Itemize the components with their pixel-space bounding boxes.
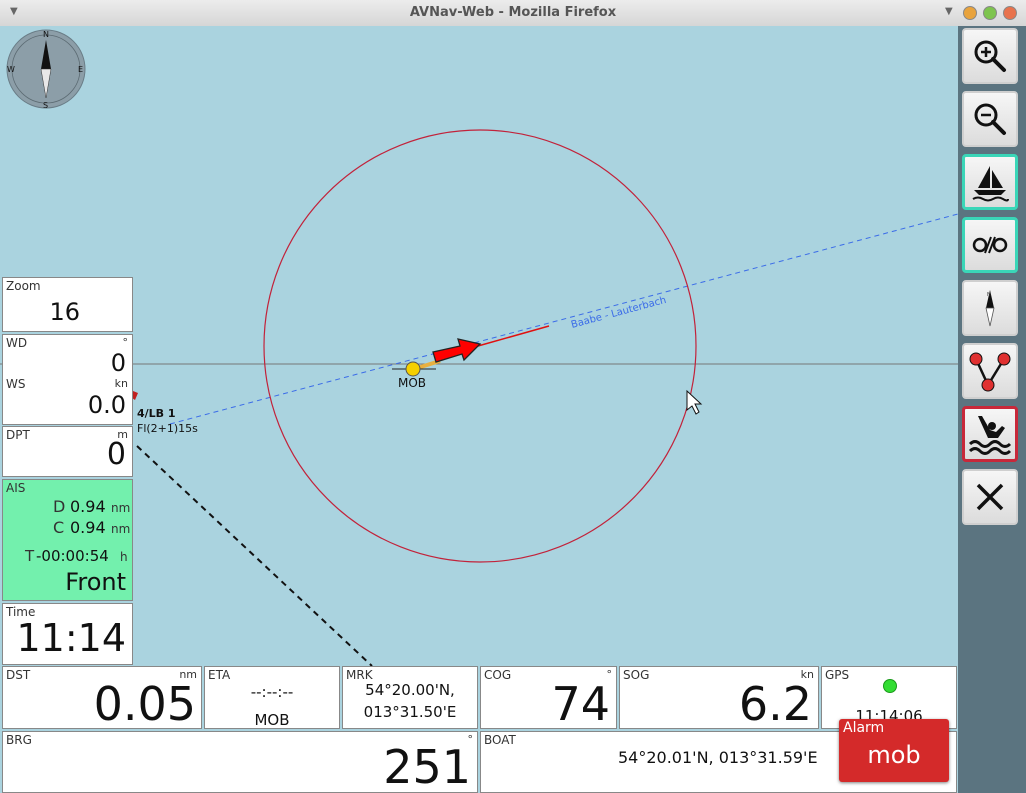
ais-c-label: C: [53, 518, 65, 537]
buoy-light: Fl(2+1)15s: [137, 422, 198, 435]
ws-label: WS: [6, 377, 26, 391]
cog-value: 74: [551, 677, 610, 729]
ais-d-label: D: [53, 497, 66, 516]
wd-value: 0: [110, 349, 126, 377]
mouse-cursor: [686, 389, 703, 415]
route-icon: [969, 352, 1011, 392]
ais-label: AIS: [6, 481, 26, 495]
mrk-widget[interactable]: MRK 54°20.00'N, 013°31.50'E: [342, 666, 478, 729]
ws-unit: kn: [114, 377, 128, 390]
ais-t-unit: h: [120, 550, 128, 564]
svg-text:N: N: [987, 292, 991, 298]
eta-value: --:--:--: [250, 683, 294, 701]
zoom-out-button[interactable]: [962, 91, 1018, 147]
cancel-mob-button[interactable]: [962, 469, 1018, 525]
zoom-label: Zoom: [6, 279, 41, 293]
brg-label: BRG: [6, 733, 32, 747]
route-button[interactable]: [962, 343, 1018, 399]
center-boat-button[interactable]: [962, 154, 1018, 210]
toolbar: N: [958, 26, 1026, 793]
gps-status-icon: [883, 679, 897, 693]
zoom-widget[interactable]: Zoom 16: [2, 277, 133, 332]
mrk-lon: 013°31.50'E: [363, 703, 457, 721]
eta-label: ETA: [208, 668, 231, 682]
lock-boat-icon: [972, 236, 1008, 254]
svg-text:S: S: [43, 101, 48, 110]
eta-target: MOB: [254, 711, 290, 729]
minimize-button[interactable]: [963, 6, 977, 20]
wd-label: WD: [6, 336, 28, 350]
sog-value: 6.2: [738, 677, 812, 729]
eta-widget[interactable]: ETA --:--:-- MOB: [204, 666, 340, 729]
zoom-value: 16: [49, 298, 80, 326]
ais-t-label: T: [25, 547, 35, 565]
mrk-label: MRK: [346, 668, 373, 682]
cog-widget[interactable]: COG ° 74: [480, 666, 617, 729]
boat-marker: [432, 338, 482, 363]
wind-widget[interactable]: WD ° 0 WS kn 0.0: [2, 334, 133, 425]
ais-d-value: 0.94: [70, 497, 106, 516]
buoy-name: 4/LB 1: [137, 407, 176, 420]
svg-text:N: N: [43, 30, 49, 39]
sog-label: SOG: [623, 668, 650, 682]
zoom-in-icon: [974, 40, 1006, 72]
course-vector: [477, 325, 550, 347]
alarm-value: mob: [867, 741, 921, 769]
ws-value: 0.0: [87, 391, 126, 419]
window-dropdown-icon[interactable]: ▼: [945, 6, 953, 17]
window-titlebar: ▼ AVNav-Web - Mozilla Firefox ▼: [0, 0, 1026, 27]
brg-widget[interactable]: BRG ° 251: [2, 731, 478, 793]
time-widget[interactable]: Time 11:14: [2, 603, 133, 665]
window-title: AVNav-Web - Mozilla Firefox: [409, 5, 617, 20]
man-overboard-icon: [968, 416, 1012, 455]
dst-label: DST: [6, 668, 31, 682]
compass-button[interactable]: N: [962, 280, 1018, 336]
wd-unit: °: [122, 336, 129, 349]
depth-widget[interactable]: DPT m 0: [2, 426, 133, 477]
gps-label: GPS: [825, 668, 850, 682]
mob-label: MOB: [398, 376, 426, 390]
boat-icon: [972, 166, 1009, 202]
brg-value: 251: [383, 740, 471, 793]
man-overboard-button[interactable]: [962, 406, 1018, 462]
maximize-button[interactable]: [983, 6, 997, 20]
boat-label: BOAT: [484, 733, 516, 747]
dst-widget[interactable]: DST nm 0.05: [2, 666, 202, 729]
svg-text:W: W: [7, 65, 15, 74]
sog-widget[interactable]: SOG kn 6.2: [619, 666, 819, 729]
dst-value: 0.05: [93, 677, 196, 729]
alarm-label: Alarm: [843, 720, 885, 736]
close-icon: [976, 483, 1004, 511]
mrk-lat: 54°20.00'N,: [365, 681, 455, 699]
ais-t-value: -00:00:54: [36, 547, 109, 565]
dpt-label: DPT: [6, 428, 30, 442]
boat-position: 54°20.01'N, 013°31.59'E: [618, 748, 818, 767]
cog-label: COG: [484, 668, 512, 682]
alarm-widget[interactable]: Alarm mob: [839, 719, 949, 782]
time-value: 11:14: [16, 616, 126, 660]
lock-boat-button[interactable]: [962, 217, 1018, 273]
compass-rose: N E S W: [6, 29, 86, 110]
ais-c-unit: nm: [111, 522, 131, 536]
ais-front-value: Front: [65, 568, 126, 596]
close-window-button[interactable]: [1003, 6, 1017, 20]
ais-track-line: [136, 445, 373, 667]
ais-c-value: 0.94: [70, 518, 106, 537]
mob-marker: [405, 361, 421, 377]
ais-widget[interactable]: AIS D 0.94 nm C 0.94 nm T -00:00:54 h Fr…: [2, 479, 133, 601]
dpt-value: 0: [106, 437, 126, 472]
zoom-in-button[interactable]: [962, 28, 1018, 84]
ais-d-unit: nm: [111, 501, 131, 515]
svg-text:E: E: [78, 65, 83, 74]
zoom-out-icon: [974, 103, 1006, 135]
compass-icon: N: [985, 290, 995, 327]
route-label: Baabe - Lauterbach: [570, 295, 668, 331]
